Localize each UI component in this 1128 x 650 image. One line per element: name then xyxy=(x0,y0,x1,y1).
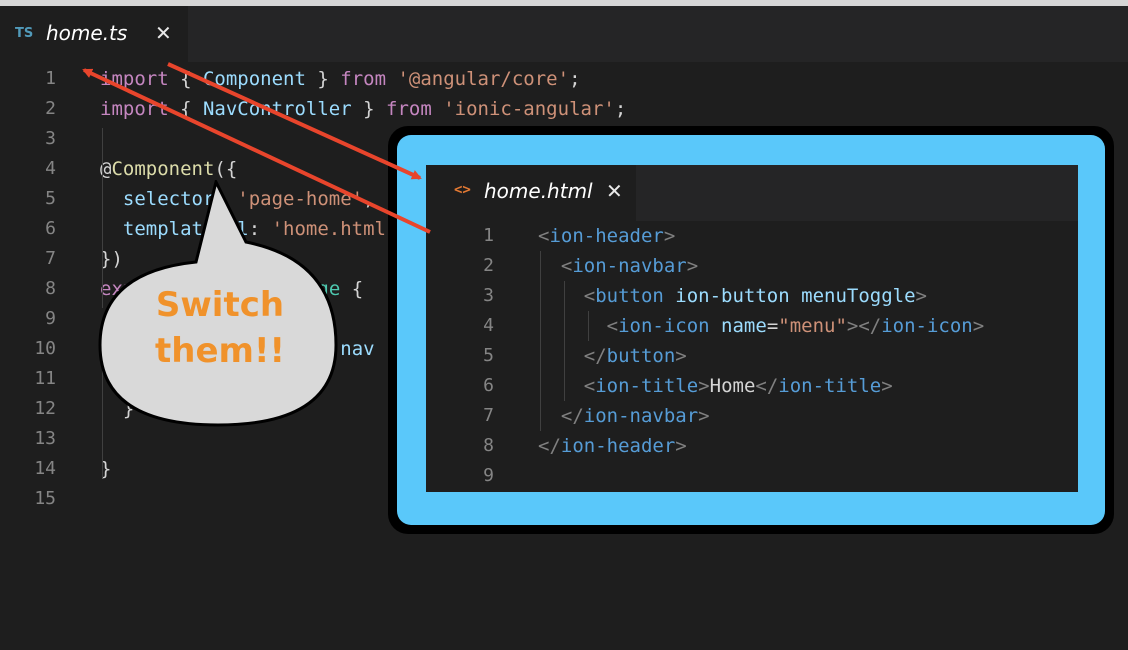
callout-line-2: them!! xyxy=(155,331,285,371)
arrow-to-html xyxy=(167,62,422,180)
callout-line-1: Switch xyxy=(155,285,285,325)
callout-text: Switch them!! xyxy=(100,282,340,374)
